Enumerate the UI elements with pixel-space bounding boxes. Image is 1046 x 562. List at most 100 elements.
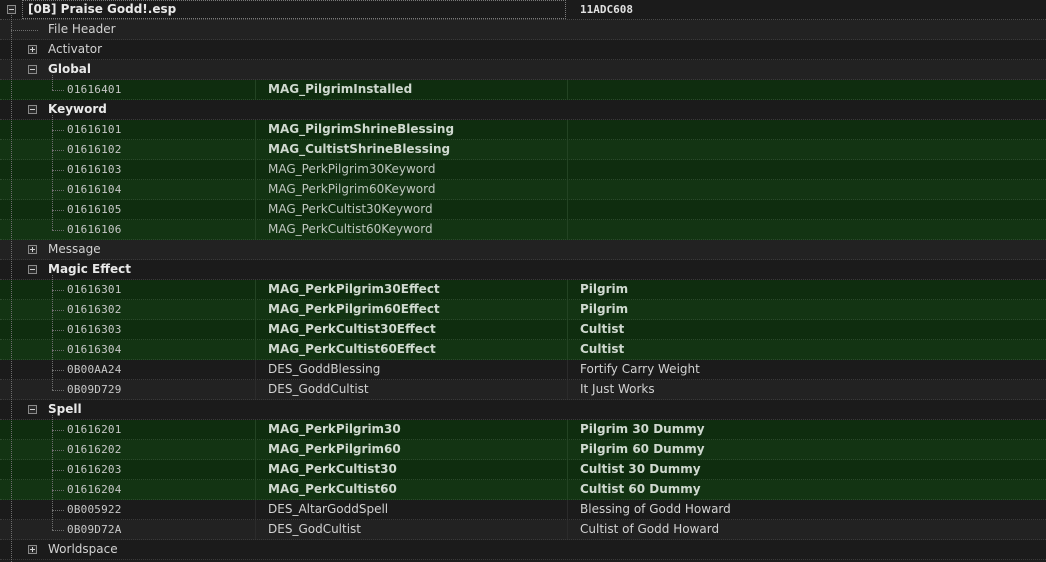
tree-row-global[interactable]: Global [0,60,1046,80]
editor-id: MAG_PerkCultist60 [268,482,397,496]
record-row[interactable]: 01616106 MAG_PerkCultist60Keyword [0,220,1046,240]
column-divider [567,180,568,199]
full-name: Pilgrim [580,282,629,296]
full-name: Cultist [580,342,625,356]
group-label-file-header[interactable]: File Header [48,20,116,39]
group-label-keyword[interactable]: Keyword [48,100,107,119]
record-row[interactable]: 01616201 MAG_PerkPilgrim30 Pilgrim 30 Du… [0,420,1046,440]
collapse-keyword-button[interactable] [28,105,37,114]
full-name: Cultist 60 Dummy [580,482,701,496]
full-name: Cultist [580,322,625,336]
editor-id: MAG_PilgrimShrineBlessing [268,122,455,136]
record-row[interactable]: 0B00AA24 DES_GoddBlessing Fortify Carry … [0,360,1046,380]
column-divider [567,80,568,99]
column-divider [567,120,568,139]
tree-connector [52,370,64,371]
editor-id: DES_GoddCultist [268,382,369,396]
editor-id: MAG_PerkPilgrim30Keyword [268,162,436,176]
tree-connector [52,275,53,390]
form-id: 01616101 [67,123,122,136]
collapse-global-button[interactable] [28,65,37,74]
column-divider [255,280,256,299]
column-divider [255,300,256,319]
tree-connector [52,230,64,231]
column-divider [255,320,256,339]
column-divider [567,360,568,379]
column-divider [567,460,568,479]
record-row[interactable]: 01616303 MAG_PerkCultist30Effect Cultist [0,320,1046,340]
group-label-message[interactable]: Message [48,240,101,259]
record-row[interactable]: 0B09D72A DES_GodCultist Cultist of Godd … [0,520,1046,540]
record-row[interactable]: 01616101 MAG_PilgrimShrineBlessing [0,120,1046,140]
editor-id: MAG_PerkPilgrim60Effect [268,302,440,316]
collapse-magic-effect-button[interactable] [28,265,37,274]
tree-row-spell[interactable]: Spell [0,400,1046,420]
group-label-spell[interactable]: Spell [48,400,82,419]
editor-id: MAG_PerkPilgrim60 [268,442,401,456]
full-name: Blessing of Godd Howard [580,502,731,516]
form-id: 0B005922 [67,503,122,516]
column-divider [567,480,568,499]
full-name: Pilgrim [580,302,629,316]
editor-id: MAG_PerkPilgrim60Keyword [268,182,436,196]
record-row[interactable]: 01616301 MAG_PerkPilgrim30Effect Pilgrim [0,280,1046,300]
record-row[interactable]: 01616102 MAG_CultistShrineBlessing [0,140,1046,160]
record-row[interactable]: 01616304 MAG_PerkCultist60Effect Cultist [0,340,1046,360]
collapse-spell-button[interactable] [28,405,37,414]
tree-row-keyword[interactable]: Keyword [0,100,1046,120]
tree-row-file-header[interactable]: File Header [0,20,1046,40]
tree-row-plugin[interactable]: [0B] Praise Godd!.esp 11ADC608 [0,0,1046,20]
group-label-global[interactable]: Global [48,60,91,79]
tree-connector [52,190,64,191]
record-row[interactable]: 01616204 MAG_PerkCultist60 Cultist 60 Du… [0,480,1046,500]
column-divider [255,120,256,139]
column-divider [567,420,568,439]
record-row[interactable]: 01616103 MAG_PerkPilgrim30Keyword [0,160,1046,180]
column-divider [255,160,256,179]
tree-connector [52,390,64,391]
column-divider [255,220,256,239]
tree-row-worldspace[interactable]: Worldspace [0,540,1046,560]
column-divider [567,160,568,179]
record-row[interactable]: 0B09D729 DES_GoddCultist It Just Works [0,380,1046,400]
form-id: 01616202 [67,443,122,456]
column-divider [567,320,568,339]
tree-connector [52,450,64,451]
collapse-plugin-button[interactable] [7,5,16,14]
record-row[interactable]: 01616203 MAG_PerkCultist30 Cultist 30 Du… [0,460,1046,480]
form-id: 01616104 [67,183,122,196]
editor-id: DES_GoddBlessing [268,362,381,376]
tree-connector [52,350,64,351]
record-row[interactable]: 01616202 MAG_PerkPilgrim60 Pilgrim 60 Du… [0,440,1046,460]
tree-connector [52,415,53,530]
expand-worldspace-button[interactable] [28,545,37,554]
column-divider [255,80,256,99]
full-name: Pilgrim 60 Dummy [580,442,705,456]
expand-activator-button[interactable] [28,45,37,54]
tree-row-activator[interactable]: Activator [0,40,1046,60]
column-divider [567,500,568,519]
group-label-magic-effect[interactable]: Magic Effect [48,260,131,279]
full-name: Fortify Carry Weight [580,362,700,376]
record-row[interactable]: 01616401 MAG_PilgrimInstalled [0,80,1046,100]
record-row[interactable]: 01616105 MAG_PerkCultist30Keyword [0,200,1046,220]
column-divider [567,300,568,319]
editor-id: MAG_PerkCultist30 [268,462,397,476]
column-divider [255,520,256,539]
group-label-worldspace[interactable]: Worldspace [48,540,118,559]
column-divider [567,280,568,299]
record-row[interactable]: 0B005922 DES_AltarGoddSpell Blessing of … [0,500,1046,520]
editor-id: DES_GodCultist [268,522,362,536]
record-row[interactable]: 01616302 MAG_PerkPilgrim60Effect Pilgrim [0,300,1046,320]
record-row[interactable]: 01616104 MAG_PerkPilgrim60Keyword [0,180,1046,200]
editor-id: MAG_PerkCultist30Keyword [268,202,433,216]
tree-row-message[interactable]: Message [0,240,1046,260]
column-divider [567,340,568,359]
tree-connector [52,490,64,491]
expand-message-button[interactable] [28,245,37,254]
record-tree: [0B] Praise Godd!.esp 11ADC608 File Head… [0,0,1046,562]
column-divider [255,480,256,499]
group-label-activator[interactable]: Activator [48,40,102,59]
plugin-name[interactable]: [0B] Praise Godd!.esp [28,0,176,19]
tree-row-magic-effect[interactable]: Magic Effect [0,260,1046,280]
